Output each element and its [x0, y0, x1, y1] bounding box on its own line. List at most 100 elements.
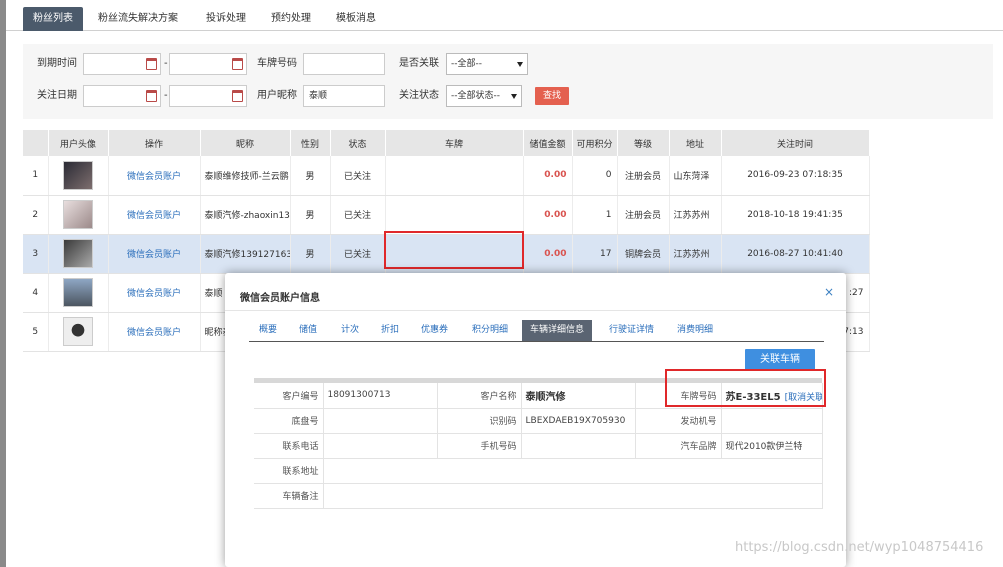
modal-title: 微信会员账户信息: [240, 293, 320, 304]
tab-points-detail[interactable]: 积分明细: [464, 320, 516, 341]
row-index: 4: [23, 273, 49, 313]
contact-phone-label: 联系电话: [254, 433, 324, 459]
nickname-cell: 泰顺汽修1391271637: [200, 234, 291, 274]
expire-date-end-input[interactable]: [169, 53, 247, 75]
gender-cell: 男: [290, 156, 331, 196]
tab-appointments[interactable]: 预约处理: [261, 7, 321, 31]
expire-date-start-input[interactable]: [83, 53, 161, 75]
vin-label: 识别码: [437, 408, 522, 434]
nickname-input[interactable]: 泰顺: [303, 85, 385, 107]
status-label: 关注状态: [399, 90, 439, 101]
address-cell: 江苏苏州: [669, 234, 722, 274]
customer-no-value: 18091300713: [323, 383, 438, 409]
tab-count[interactable]: 计次: [333, 320, 367, 341]
search-button[interactable]: 查找: [535, 87, 569, 105]
wechat-account-link[interactable]: 微信会员账户: [108, 273, 201, 313]
follow-time-cell: 2018-10-18 19:41:35: [721, 195, 870, 235]
balance-cell: 0.00: [523, 156, 573, 196]
engine-label: 发动机号: [635, 408, 722, 434]
tab-complaints[interactable]: 投诉处理: [196, 7, 256, 31]
customer-name-value: 泰顺汽修: [521, 383, 636, 409]
level-cell: 注册会员: [617, 195, 670, 235]
tab-consumption-detail[interactable]: 消费明细: [669, 320, 721, 341]
plate-cell: [385, 195, 524, 235]
engine-value: [721, 408, 823, 434]
wechat-account-link[interactable]: 微信会员账户: [108, 156, 201, 196]
avatar: [48, 273, 109, 313]
tab-vehicle-detail[interactable]: 车辆详细信息: [522, 320, 593, 341]
calendar-icon[interactable]: [146, 90, 157, 102]
column-header: 储值金额: [523, 130, 573, 156]
wechat-account-link[interactable]: 微信会员账户: [108, 312, 201, 352]
highlight-box-plate-cell: [384, 231, 524, 269]
remark-label: 车辆备注: [254, 483, 324, 509]
vin-value: LBEXDAEB19X705930: [521, 408, 636, 434]
link-vehicle-button[interactable]: 关联车辆: [745, 349, 815, 371]
remark-value: [323, 483, 823, 509]
status-cell: 已关注: [330, 156, 386, 196]
column-header: 性别: [290, 130, 331, 156]
column-header: 昵称: [200, 130, 291, 156]
column-header: [23, 130, 49, 156]
expire-date-label: 到期时间: [37, 58, 77, 69]
divider: [225, 310, 846, 311]
nickname-label: 用户昵称: [257, 90, 297, 101]
linked-select[interactable]: --全部--: [446, 53, 528, 75]
calendar-icon[interactable]: [232, 58, 243, 70]
table-header-row: 用户头像 操作 昵称 性别 状态 车牌 储值金额 可用积分 等级 地址 关注时间: [23, 130, 870, 156]
chassis-label: 底盘号: [254, 408, 324, 434]
follow-date-start-input[interactable]: [83, 85, 161, 107]
table-row[interactable]: 2 微信会员账户 泰顺汽修-zhaoxin137 男 已关注 0.00 1 注册…: [23, 195, 870, 235]
status-select[interactable]: --全部状态--: [446, 85, 522, 107]
tab-fans-list[interactable]: 粉丝列表: [23, 7, 83, 31]
column-header: 车牌: [385, 130, 524, 156]
follow-time-cell: 2016-08-27 10:41:40: [721, 234, 870, 274]
info-row: 联系地址: [254, 458, 823, 484]
tab-license-detail[interactable]: 行驶证详情: [601, 320, 662, 341]
top-tab-bar: 粉丝列表 粉丝流失解决方案 投诉处理 预约处理 模板消息: [6, 0, 1003, 31]
address-label: 联系地址: [254, 458, 324, 484]
watermark: https://blog.csdn.net/wyp1048754416: [735, 540, 984, 555]
tab-fan-churn-solution[interactable]: 粉丝流失解决方案: [88, 7, 188, 31]
info-row: 联系电话 手机号码 汽车品牌 现代2010款伊兰特: [254, 433, 823, 459]
highlight-box-plate-number: [665, 369, 826, 407]
close-icon[interactable]: ×: [824, 285, 834, 299]
wechat-account-link[interactable]: 微信会员账户: [108, 195, 201, 235]
filter-panel: 到期时间 - 车牌号码 是否关联 --全部-- 关注日期 - 用户昵称 泰顺 关…: [23, 44, 993, 119]
tab-coupons[interactable]: 优惠券: [413, 320, 456, 341]
wechat-account-link[interactable]: 微信会员账户: [108, 234, 201, 274]
row-index: 3: [23, 234, 49, 274]
status-select-value: --全部状态--: [451, 91, 500, 101]
level-cell: 注册会员: [617, 156, 670, 196]
points-cell: 0: [572, 156, 618, 196]
chevron-down-icon: [511, 94, 517, 99]
nickname-cell: 泰顺汽修-zhaoxin137: [200, 195, 291, 235]
follow-time-cell: 2016-09-23 07:18:35: [721, 156, 870, 196]
tab-overview[interactable]: 概要: [251, 320, 285, 341]
points-cell: 17: [572, 234, 618, 274]
status-cell: 已关注: [330, 234, 386, 274]
linked-label: 是否关联: [399, 58, 439, 69]
avatar: [48, 234, 109, 274]
column-header: 关注时间: [721, 130, 870, 156]
info-row: 车辆备注: [254, 483, 823, 509]
level-cell: 铜牌会员: [617, 234, 670, 274]
tab-template-messages[interactable]: 模板消息: [326, 7, 386, 31]
table-row[interactable]: 1 微信会员账户 泰顺维修技师-兰云鹏 男 已关注 0.00 0 注册会员 山东…: [23, 156, 870, 196]
calendar-icon[interactable]: [146, 58, 157, 70]
tab-discount[interactable]: 折扣: [373, 320, 407, 341]
calendar-icon[interactable]: [232, 90, 243, 102]
follow-date-label: 关注日期: [37, 90, 77, 101]
tab-stored-value[interactable]: 储值: [291, 320, 325, 341]
follow-date-end-input[interactable]: [169, 85, 247, 107]
row-index: 2: [23, 195, 49, 235]
customer-no-label: 客户编号: [254, 383, 324, 409]
status-cell: 已关注: [330, 195, 386, 235]
page: 粉丝列表 粉丝流失解决方案 投诉处理 预约处理 模板消息 到期时间 - 车牌号码…: [6, 0, 1003, 567]
column-header: 操作: [108, 130, 201, 156]
plate-input[interactable]: [303, 53, 385, 75]
mobile-value: [521, 433, 636, 459]
modal-tab-bar: 概要 储值 计次 折扣 优惠券 积分明细 车辆详细信息 行驶证详情 消费明细: [249, 320, 824, 342]
plate-label: 车牌号码: [257, 58, 297, 69]
column-header: 用户头像: [48, 130, 109, 156]
